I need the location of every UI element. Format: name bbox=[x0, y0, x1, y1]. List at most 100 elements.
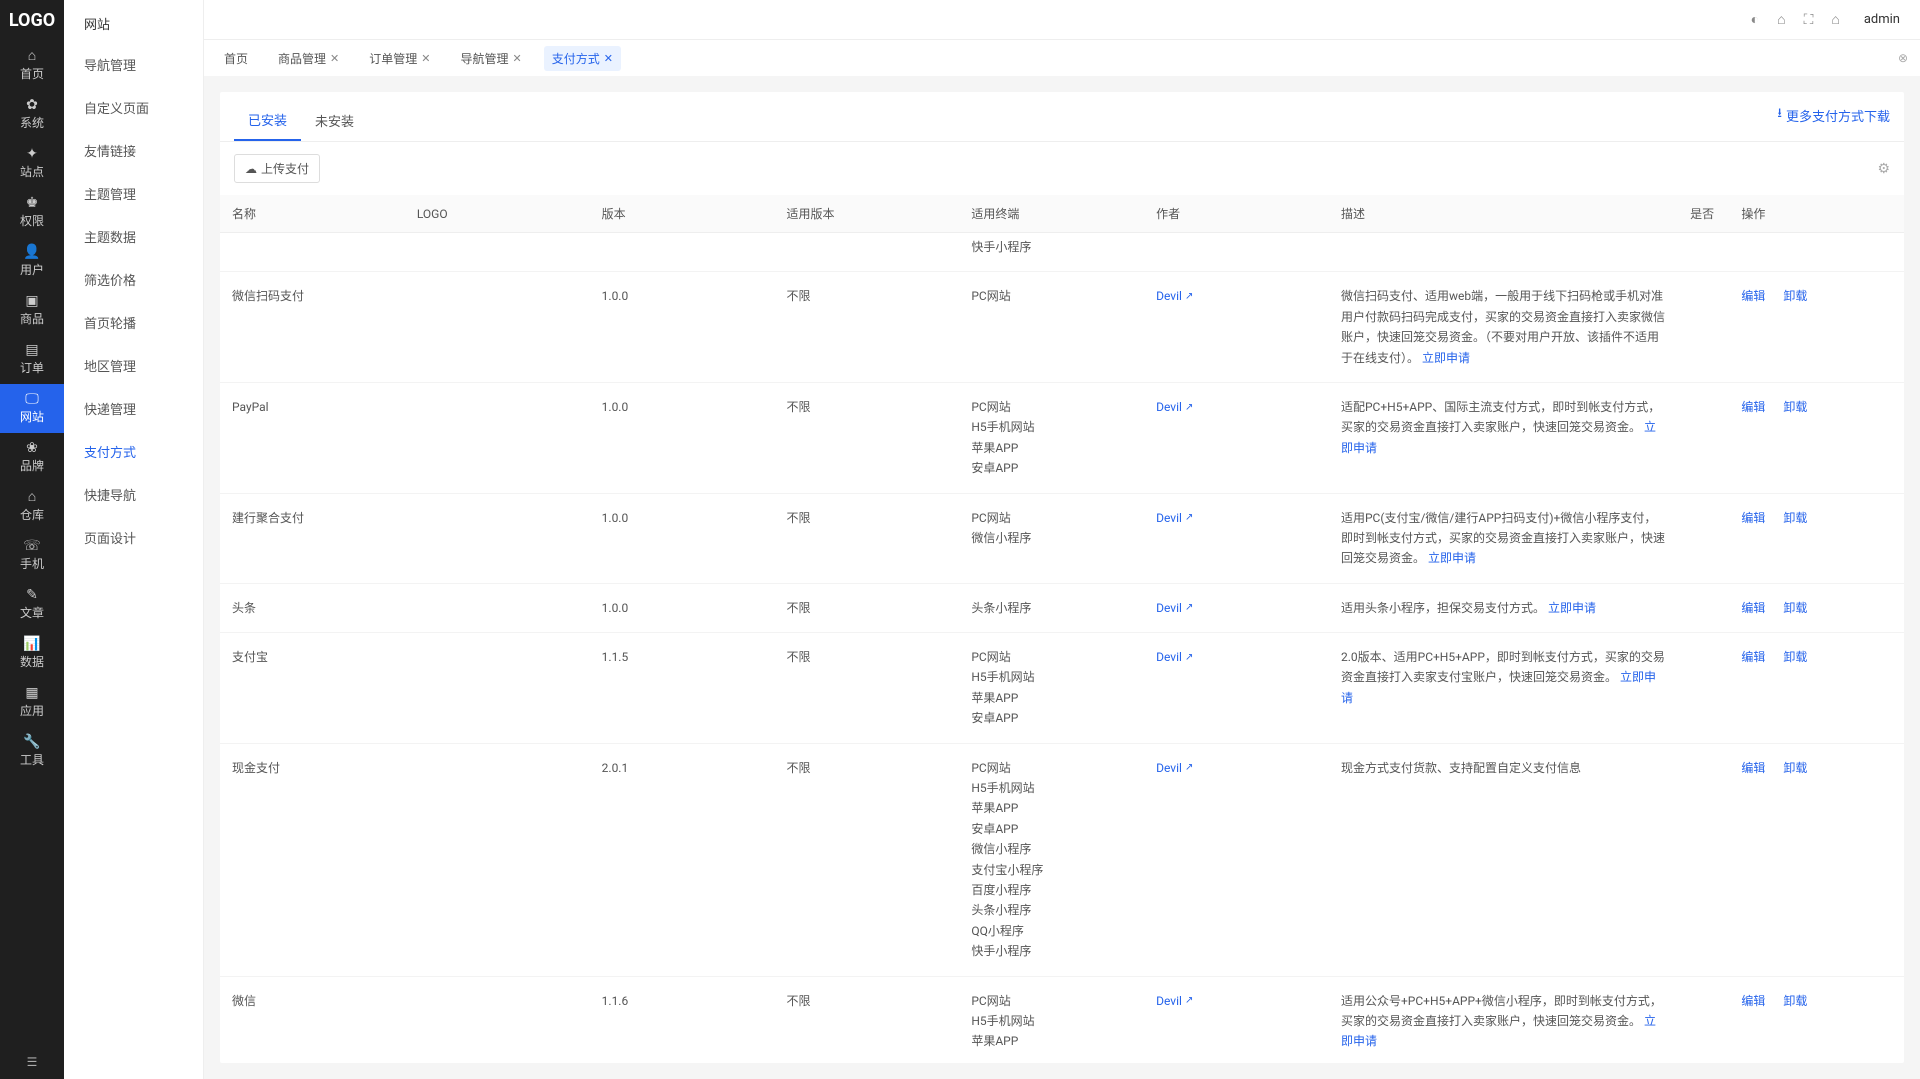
cell-logo bbox=[405, 633, 590, 744]
cell-logo bbox=[405, 272, 590, 383]
tab-not-installed[interactable]: 未安装 bbox=[301, 103, 368, 140]
cell-version: 2.0.1 bbox=[590, 743, 775, 976]
close-all-tabs-icon[interactable]: ⊗ bbox=[1898, 51, 1908, 65]
uninstall-link[interactable]: 卸载 bbox=[1783, 598, 1807, 618]
cell-applicable bbox=[774, 233, 959, 272]
sub-item-主题管理[interactable]: 主题管理 bbox=[64, 172, 203, 215]
sidebar-item-用户[interactable]: 👤用户 bbox=[0, 237, 64, 286]
external-link-icon: ↗ bbox=[1185, 759, 1193, 776]
tab-商品管理[interactable]: 商品管理✕ bbox=[270, 46, 347, 71]
uninstall-link[interactable]: 卸载 bbox=[1783, 991, 1807, 1011]
cell-flag bbox=[1678, 633, 1729, 744]
sidebar-item-订单[interactable]: ▤订单 bbox=[0, 335, 64, 384]
edit-link[interactable]: 编辑 bbox=[1741, 758, 1765, 778]
uninstall-link[interactable]: 卸载 bbox=[1783, 286, 1807, 306]
sidebar-item-数据[interactable]: 📊数据 bbox=[0, 629, 64, 678]
upload-payment-button[interactable]: ☁ 上传支付 bbox=[234, 154, 320, 183]
close-icon[interactable]: ✕ bbox=[330, 52, 339, 65]
sidebar-item-品牌[interactable]: ❀品牌 bbox=[0, 433, 64, 482]
sub-item-首页轮播[interactable]: 首页轮播 bbox=[64, 301, 203, 344]
cell-author: Devil↗ bbox=[1144, 976, 1329, 1063]
tab-订单管理[interactable]: 订单管理✕ bbox=[361, 46, 438, 71]
sub-item-友情链接[interactable]: 友情链接 bbox=[64, 129, 203, 172]
tab-支付方式[interactable]: 支付方式✕ bbox=[544, 46, 621, 71]
cell-name: PayPal bbox=[220, 382, 405, 493]
sidebar-item-工具[interactable]: 🔧工具 bbox=[0, 727, 64, 776]
sidebar-item-手机[interactable]: ☏手机 bbox=[0, 531, 64, 580]
external-link-icon: ↗ bbox=[1185, 992, 1193, 1009]
edit-link[interactable]: 编辑 bbox=[1741, 991, 1765, 1011]
sub-item-主题数据[interactable]: 主题数据 bbox=[64, 215, 203, 258]
sub-item-地区管理[interactable]: 地区管理 bbox=[64, 344, 203, 387]
author-link[interactable]: Devil↗ bbox=[1156, 598, 1193, 618]
user-label[interactable]: admin bbox=[1864, 12, 1900, 27]
close-icon[interactable]: ✕ bbox=[604, 52, 613, 65]
sidebar-item-商品[interactable]: ▣商品 bbox=[0, 286, 64, 335]
shop-icon[interactable]: ⌂ bbox=[1777, 11, 1785, 28]
edit-link[interactable]: 编辑 bbox=[1741, 508, 1765, 528]
sub-item-支付方式[interactable]: 支付方式 bbox=[64, 430, 203, 473]
sidebar-item-文章[interactable]: ✎文章 bbox=[0, 580, 64, 629]
table-settings-icon[interactable]: ⚙ bbox=[1877, 161, 1890, 177]
tab-首页[interactable]: 首页 bbox=[216, 46, 256, 71]
cell-name: 头条 bbox=[220, 583, 405, 632]
nav-label: 工具 bbox=[20, 751, 44, 768]
cell-version: 1.0.0 bbox=[590, 583, 775, 632]
edit-link[interactable]: 编辑 bbox=[1741, 598, 1765, 618]
close-icon[interactable]: ✕ bbox=[421, 52, 430, 65]
tab-installed[interactable]: 已安装 bbox=[234, 102, 301, 141]
nav-icon: 👤 bbox=[23, 245, 40, 259]
author-link[interactable]: Devil↗ bbox=[1156, 286, 1193, 306]
uninstall-link[interactable]: 卸载 bbox=[1783, 758, 1807, 778]
apply-link[interactable]: 立即申请 bbox=[1422, 351, 1470, 365]
sidebar-item-应用[interactable]: ▦应用 bbox=[0, 678, 64, 727]
sub-item-快捷导航[interactable]: 快捷导航 bbox=[64, 473, 203, 516]
apply-link[interactable]: 立即申请 bbox=[1548, 601, 1596, 615]
sidebar-item-网站[interactable]: 🖵网站 bbox=[0, 384, 64, 433]
table-row: 建行聚合支付1.0.0不限PC网站微信小程序Devil↗适用PC(支付宝/微信/… bbox=[220, 493, 1904, 583]
author-link[interactable]: Devil↗ bbox=[1156, 647, 1193, 667]
sidebar-item-权限[interactable]: ♚权限 bbox=[0, 188, 64, 237]
cell-author: Devil↗ bbox=[1144, 743, 1329, 976]
nav-icon: ❀ bbox=[26, 441, 38, 455]
sidebar-item-首页[interactable]: ⌂首页 bbox=[0, 41, 64, 90]
upload-icon: ☁ bbox=[245, 162, 257, 176]
table-row: 支付宝1.1.5不限PC网站H5手机网站苹果APP安卓APPDevil↗2.0版… bbox=[220, 633, 1904, 744]
cell-version: 1.0.0 bbox=[590, 272, 775, 383]
cell-operations: 编辑卸载 bbox=[1729, 382, 1904, 493]
column-header: 版本 bbox=[590, 195, 775, 233]
edit-link[interactable]: 编辑 bbox=[1741, 286, 1765, 306]
sidebar-item-站点[interactable]: ✦站点 bbox=[0, 139, 64, 188]
nav-label: 文章 bbox=[20, 604, 44, 621]
uninstall-link[interactable]: 卸载 bbox=[1783, 647, 1807, 667]
sub-item-快递管理[interactable]: 快递管理 bbox=[64, 387, 203, 430]
sidebar-item-系统[interactable]: ✿系统 bbox=[0, 90, 64, 139]
column-header: 是否 bbox=[1678, 195, 1729, 233]
author-link[interactable]: Devil↗ bbox=[1156, 991, 1193, 1011]
uninstall-link[interactable]: 卸载 bbox=[1783, 508, 1807, 528]
fullscreen-icon[interactable]: ⛶ bbox=[1804, 12, 1814, 28]
edit-link[interactable]: 编辑 bbox=[1741, 647, 1765, 667]
column-header: 作者 bbox=[1144, 195, 1329, 233]
edit-link[interactable]: 编辑 bbox=[1741, 397, 1765, 417]
author-link[interactable]: Devil↗ bbox=[1156, 397, 1193, 417]
close-icon[interactable]: ✕ bbox=[513, 52, 522, 65]
home-icon[interactable]: ⌂ bbox=[1831, 11, 1839, 28]
sub-item-筛选价格[interactable]: 筛选价格 bbox=[64, 258, 203, 301]
more-payment-link[interactable]: ⭳ 更多支付方式下载 bbox=[1777, 104, 1890, 126]
sub-item-导航管理[interactable]: 导航管理 bbox=[64, 43, 203, 86]
sidebar-item-仓库[interactable]: ⌂仓库 bbox=[0, 482, 64, 531]
author-link[interactable]: Devil↗ bbox=[1156, 508, 1193, 528]
sub-item-页面设计[interactable]: 页面设计 bbox=[64, 516, 203, 559]
cell-applicable: 不限 bbox=[774, 583, 959, 632]
author-link[interactable]: Devil↗ bbox=[1156, 758, 1193, 778]
panel-tabs: 已安装 未安装 ⭳ 更多支付方式下载 bbox=[220, 92, 1904, 142]
apply-link[interactable]: 立即申请 bbox=[1428, 551, 1476, 565]
tab-导航管理[interactable]: 导航管理✕ bbox=[452, 46, 529, 71]
sub-item-自定义页面[interactable]: 自定义页面 bbox=[64, 86, 203, 129]
uninstall-link[interactable]: 卸载 bbox=[1783, 397, 1807, 417]
sidebar-collapse-toggle[interactable]: ☰ bbox=[0, 1045, 64, 1079]
theme-icon[interactable]: ◐ bbox=[1751, 11, 1759, 28]
cell-terminals: 头条小程序 bbox=[959, 583, 1144, 632]
column-header: 操作 bbox=[1729, 195, 1904, 233]
